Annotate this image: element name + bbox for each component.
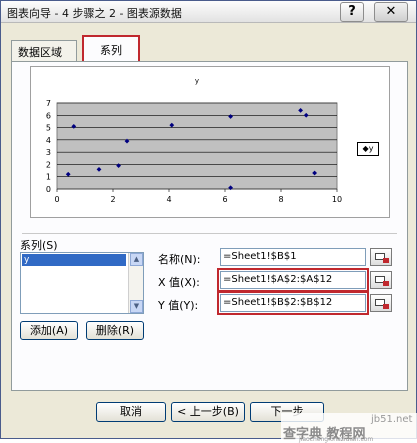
scroll-down-icon[interactable]: ▼ xyxy=(130,300,143,313)
y-tick-label: 0 xyxy=(46,185,51,194)
x-tick-label: 0 xyxy=(54,195,59,204)
window-title: 图表向导 - 4 步骤之 2 - 图表源数据 xyxy=(7,7,182,20)
y-tick-label: 7 xyxy=(46,99,51,108)
close-button[interactable]: ✕ xyxy=(374,2,408,22)
series-list-item[interactable]: y xyxy=(22,254,126,266)
watermark-url: jiaocheng.chazidian.com xyxy=(299,436,374,443)
y-tick-label: 3 xyxy=(46,148,51,157)
name-field-label: 名称(N): xyxy=(158,253,201,266)
y-range-picker-button[interactable] xyxy=(370,294,392,312)
x-values-label: X 值(X): xyxy=(158,276,200,289)
tab-series[interactable]: 系列 xyxy=(82,35,140,63)
scatter-chart: 0 1 2 3 4 5 6 7 0 2 4 6 8 10 y xyxy=(46,77,342,204)
legend-entry: y xyxy=(368,144,374,153)
x-range-picker-button[interactable] xyxy=(370,271,392,289)
y-tick-label: 2 xyxy=(46,160,51,169)
y-tick-label: 5 xyxy=(46,124,51,133)
back-button[interactable]: < 上一步(B) xyxy=(171,402,245,422)
y-values-label: Y 值(Y): xyxy=(158,299,199,312)
add-series-button[interactable]: 添加(A) xyxy=(20,321,78,340)
chart-preview: 0 1 2 3 4 5 6 7 0 2 4 6 8 10 y ◆y xyxy=(30,66,390,218)
y-tick-label: 6 xyxy=(46,111,51,120)
tab-data-range[interactable]: 数据区域 xyxy=(11,40,77,61)
plot-area xyxy=(56,102,338,190)
x-values-input[interactable]: =Sheet1!$A$2:$A$12 xyxy=(217,268,369,292)
series-list-scrollbar[interactable]: ▲ ▼ xyxy=(128,253,143,313)
y-tick-label: 4 xyxy=(46,136,51,145)
scroll-up-icon[interactable]: ▲ xyxy=(130,253,143,266)
name-range-picker-button[interactable] xyxy=(370,248,392,266)
x-tick-label: 6 xyxy=(222,195,227,204)
chart-legend: ◆y xyxy=(357,142,379,156)
help-button[interactable]: ? xyxy=(340,2,364,22)
y-values-input[interactable]: =Sheet1!$B$2:$B$12 xyxy=(217,291,369,315)
divider xyxy=(22,233,397,234)
chart-wizard-dialog: 图表向导 - 4 步骤之 2 - 图表源数据 ? ✕ 数据区域 系列 0 1 2 3 4… xyxy=(0,0,417,443)
delete-series-button[interactable]: 删除(R) xyxy=(86,321,144,340)
series-listbox[interactable]: y ▲ ▼ xyxy=(20,252,144,314)
name-input[interactable]: =Sheet1!$B$1 xyxy=(220,248,366,266)
cancel-button[interactable]: 取消 xyxy=(96,402,166,422)
x-tick-label: 8 xyxy=(278,195,283,204)
y-tick-label: 1 xyxy=(46,173,51,182)
series-list-label: 系列(S) xyxy=(20,239,58,252)
x-tick-label: 10 xyxy=(332,195,342,204)
x-tick-label: 4 xyxy=(166,195,171,204)
chart-title: y xyxy=(195,77,199,85)
watermark: jb51.net 查字典 教程网 jiaocheng.chazidian.com xyxy=(281,413,417,443)
series-tab-panel: 0 1 2 3 4 5 6 7 0 2 4 6 8 10 y ◆y 系列(S) y ▲ ▼ 添加(A) 删除… xyxy=(11,61,408,391)
title-bar: 图表向导 - 4 步骤之 2 - 图表源数据 ? ✕ xyxy=(1,1,416,23)
watermark-site: jb51.net xyxy=(371,414,413,425)
x-tick-label: 2 xyxy=(110,195,115,204)
